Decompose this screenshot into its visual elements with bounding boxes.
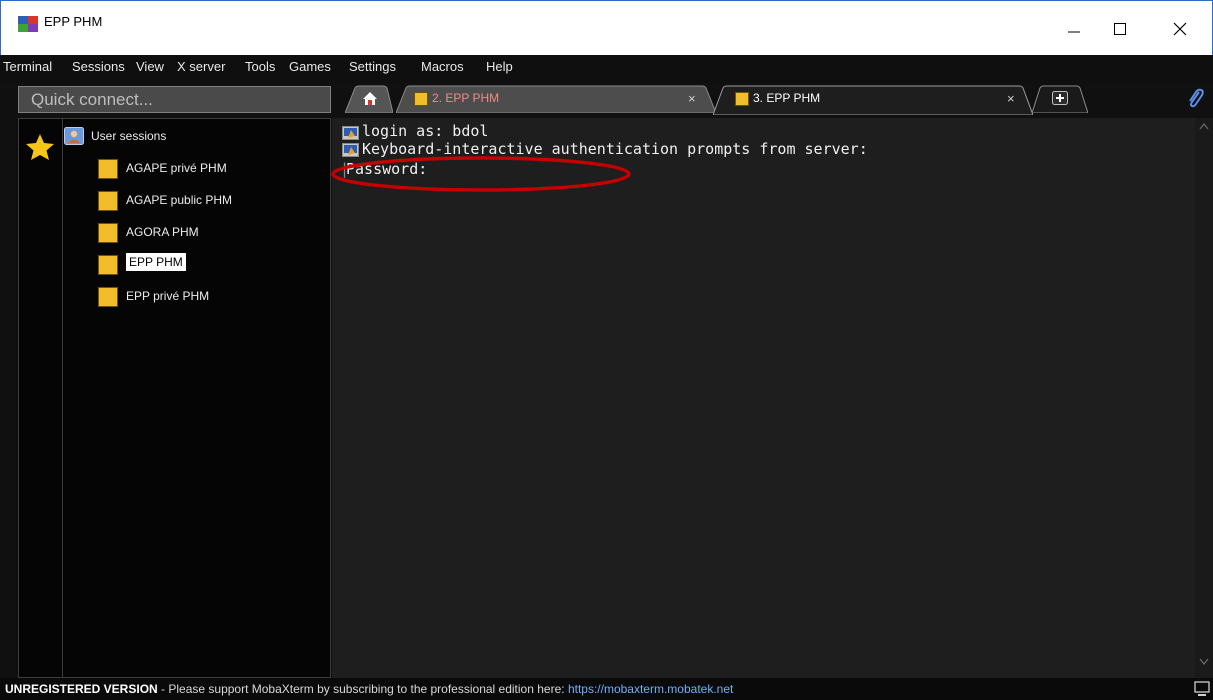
mobaxterm-app-icon bbox=[18, 16, 38, 32]
close-button[interactable] bbox=[1157, 1, 1203, 56]
tab-3-epp-phm[interactable]: 3. EPP PHM × bbox=[713, 85, 1033, 115]
tab-home[interactable] bbox=[345, 85, 393, 113]
scroll-down-icon[interactable] bbox=[1199, 658, 1209, 666]
mobatek-link[interactable]: https://mobaxterm.mobatek.net bbox=[568, 682, 733, 696]
star-icon[interactable] bbox=[25, 133, 55, 161]
tab-label: 3. EPP PHM bbox=[753, 91, 821, 105]
tab-close-icon[interactable]: × bbox=[1007, 91, 1015, 106]
annotation-ellipse bbox=[331, 156, 631, 192]
menu-terminal[interactable]: Terminal bbox=[3, 59, 52, 74]
session-item[interactable]: AGORA PHM bbox=[98, 221, 323, 245]
tab-label: 2. EPP PHM bbox=[432, 91, 500, 105]
unregistered-label: UNREGISTERED VERSION bbox=[5, 682, 158, 696]
maximize-button[interactable] bbox=[1097, 1, 1143, 56]
status-support-text: - Please support MobaXterm by subscribin… bbox=[157, 682, 568, 696]
window-title: EPP PHM bbox=[44, 14, 103, 29]
menu-tools[interactable]: Tools bbox=[245, 59, 275, 74]
terminal-line-login: login as: bdol bbox=[362, 122, 489, 140]
putty-icon bbox=[342, 126, 359, 140]
title-bar: EPP PHM bbox=[0, 0, 1213, 55]
key-icon bbox=[735, 92, 749, 106]
session-label: AGORA PHM bbox=[126, 225, 199, 239]
home-icon bbox=[363, 92, 377, 105]
session-label: AGAPE public PHM bbox=[126, 193, 233, 207]
menu-x-server[interactable]: X server bbox=[177, 59, 225, 74]
quick-connect-box bbox=[18, 86, 331, 113]
tab-2-epp-phm[interactable]: 2. EPP PHM × bbox=[396, 85, 716, 113]
menu-games[interactable]: Games bbox=[289, 59, 331, 74]
session-label: EPP PHM bbox=[126, 253, 186, 271]
menu-sessions[interactable]: Sessions bbox=[72, 59, 125, 74]
menu-help[interactable]: Help bbox=[486, 59, 513, 74]
sessions-panel: User sessions AGAPE privé PHM AGAPE publ… bbox=[63, 118, 331, 678]
session-item-selected[interactable]: EPP PHM bbox=[98, 253, 323, 277]
sidebar-rail bbox=[18, 118, 63, 678]
key-icon bbox=[98, 191, 118, 211]
key-icon bbox=[98, 159, 118, 179]
user-sessions-label: User sessions bbox=[91, 129, 167, 143]
session-label: EPP privé PHM bbox=[126, 289, 210, 303]
plus-icon bbox=[1052, 91, 1068, 105]
close-icon bbox=[1173, 22, 1187, 35]
scroll-up-icon[interactable] bbox=[1199, 122, 1209, 130]
paperclip-icon[interactable] bbox=[1186, 88, 1204, 108]
new-tab-button[interactable] bbox=[1032, 85, 1088, 113]
key-icon bbox=[98, 223, 118, 243]
tab-close-icon[interactable]: × bbox=[688, 91, 696, 106]
status-message: UNREGISTERED VERSION - Please support Mo… bbox=[5, 682, 733, 696]
user-sessions-root[interactable]: User sessions bbox=[63, 125, 323, 149]
monitor-icon[interactable] bbox=[1194, 681, 1210, 697]
user-folder-icon bbox=[64, 127, 84, 145]
menu-view[interactable]: View bbox=[136, 59, 164, 74]
session-item[interactable]: AGAPE privé PHM bbox=[98, 157, 323, 181]
key-icon bbox=[98, 255, 118, 275]
session-item[interactable]: AGAPE public PHM bbox=[98, 189, 323, 213]
menu-settings[interactable]: Settings bbox=[349, 59, 396, 74]
maximize-icon bbox=[1114, 22, 1126, 35]
session-item[interactable]: EPP privé PHM bbox=[98, 285, 323, 309]
key-icon bbox=[414, 92, 428, 106]
terminal-area[interactable]: login as: bdol Keyboard-interactive auth… bbox=[332, 118, 1195, 678]
key-icon bbox=[98, 287, 118, 307]
minimize-button[interactable] bbox=[1051, 1, 1097, 56]
terminal-scrollbar[interactable] bbox=[1195, 118, 1213, 678]
status-bar: UNREGISTERED VERSION - Please support Mo… bbox=[0, 678, 1213, 700]
minimize-icon bbox=[1068, 31, 1080, 32]
quick-connect-input[interactable] bbox=[19, 87, 330, 112]
menu-macros[interactable]: Macros bbox=[421, 59, 464, 74]
menu-bar: Terminal Sessions View X server Tools Ga… bbox=[0, 55, 1213, 83]
session-label: AGAPE privé PHM bbox=[126, 161, 227, 175]
